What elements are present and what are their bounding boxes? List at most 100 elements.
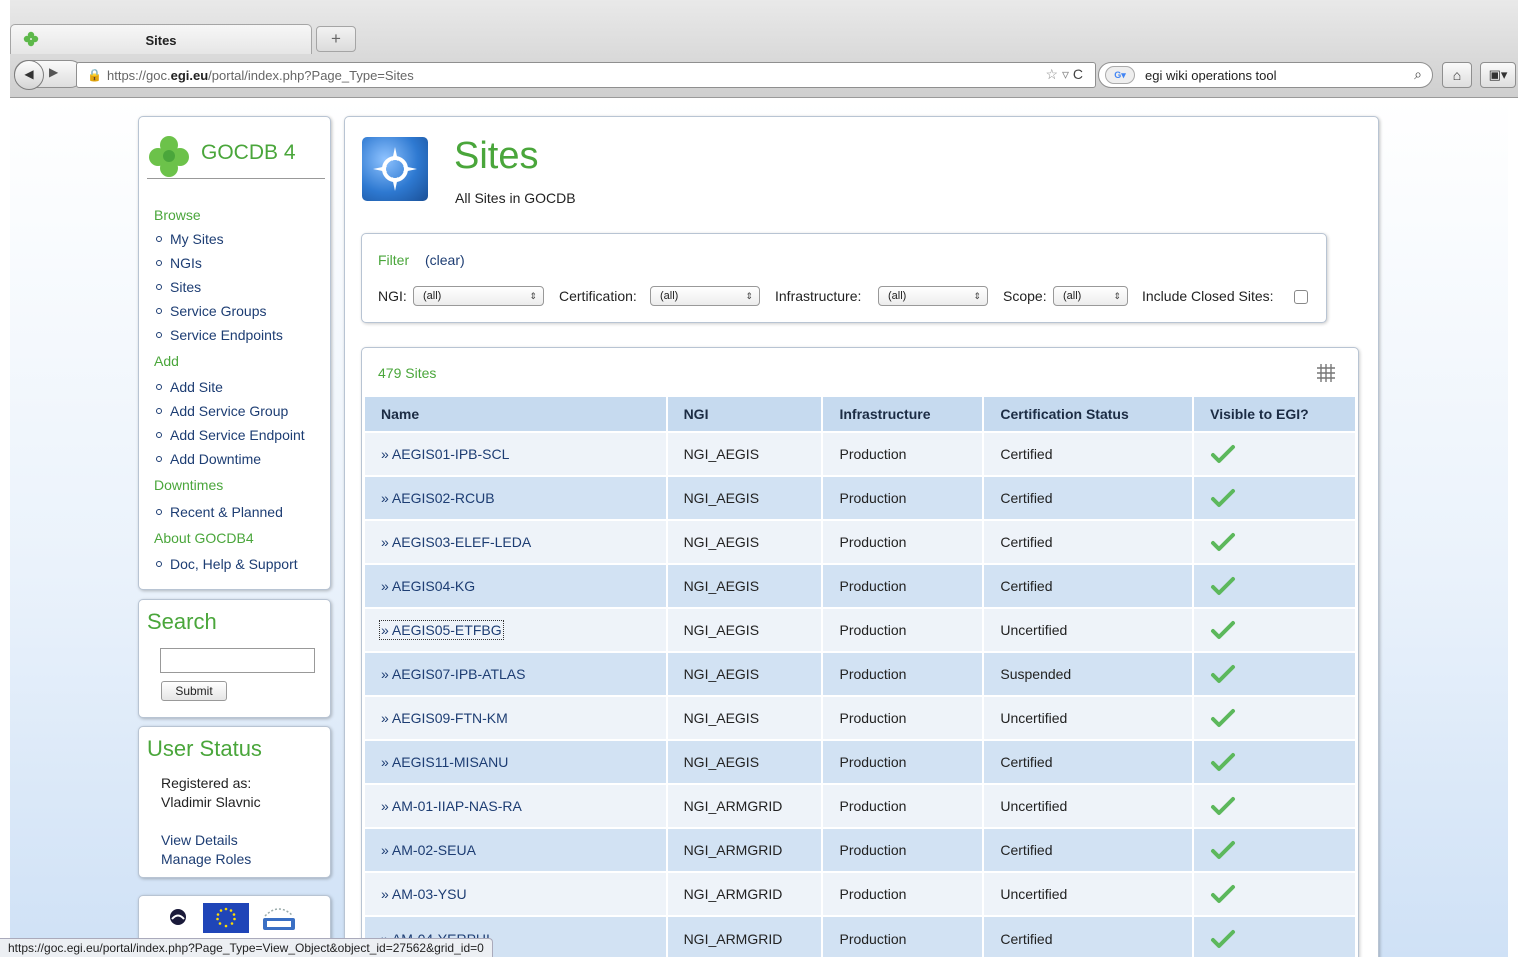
scope-filter-select[interactable]: (all) ⇕ — [1053, 286, 1128, 306]
menu-item-service-groups[interactable]: Service Groups — [156, 303, 266, 319]
status-bar-url: https://goc.egi.eu/portal/index.php?Page… — [0, 938, 493, 957]
menu-item-my-sites[interactable]: My Sites — [156, 231, 224, 247]
compass-glyph-icon — [373, 147, 417, 191]
search-engine-icon[interactable]: G▾ — [1105, 66, 1135, 84]
site-ngi: NGI_AEGIS — [683, 534, 760, 550]
site-name-link[interactable]: » AM-02-SEUA — [381, 842, 476, 858]
menu-item-sites[interactable]: Sites — [156, 279, 201, 295]
table-cell: NGI_ARMGRID — [666, 871, 824, 916]
back-button[interactable]: ◀ — [14, 60, 44, 90]
filter-panel: Filter (clear) NGI: (all) ⇕ Certification… — [361, 233, 1327, 323]
menu-item-ngis[interactable]: NGIs — [156, 255, 202, 271]
column-header-certification-status[interactable]: Certification Status — [983, 397, 1195, 432]
search-bar[interactable]: G▾ egi wiki operations tool ⌕ — [1098, 62, 1433, 88]
site-name-link[interactable]: » AEGIS02-RCUB — [381, 490, 495, 506]
table-cell: Production — [822, 563, 985, 608]
site-ngi: NGI_AEGIS — [683, 754, 760, 770]
menu-item-add-site[interactable]: Add Site — [156, 379, 223, 395]
table-cell: NGI_AEGIS — [666, 651, 824, 696]
logo-text[interactable]: GOCDB 4 — [201, 141, 296, 165]
table-cell — [1193, 739, 1357, 784]
include-closed-checkbox[interactable] — [1294, 290, 1308, 304]
bullet-icon — [156, 332, 162, 338]
new-tab-button[interactable]: + — [316, 26, 356, 52]
site-name-link[interactable]: » AEGIS01-IPB-SCL — [381, 446, 509, 462]
reload-icon[interactable]: C — [1073, 66, 1083, 82]
menu-item-doc-help-support[interactable]: Doc, Help & Support — [156, 556, 298, 572]
table-cell: Uncertified — [983, 871, 1195, 916]
table-cell: NGI_AEGIS — [666, 563, 824, 608]
tab-title: Sites — [145, 33, 177, 48]
site-name-link[interactable]: » AEGIS05-ETFBG — [379, 620, 504, 640]
table-cell: Production — [822, 431, 985, 476]
home-button[interactable]: ⌂ — [1442, 62, 1472, 88]
back-forward-group: ◀ ▶ — [14, 60, 84, 90]
page-subtitle: All Sites in GOCDB — [455, 190, 576, 206]
site-name-link[interactable]: » AEGIS07-IPB-ATLAS — [381, 666, 525, 682]
column-header-ngi[interactable]: NGI — [666, 397, 824, 432]
column-header-visible-to-egi[interactable]: Visible to EGI? — [1193, 397, 1357, 432]
filter-title: Filter — [378, 252, 410, 268]
submit-button[interactable]: Submit — [161, 681, 227, 701]
site-infrastructure: Production — [839, 710, 907, 726]
site-infrastructure: Production — [839, 666, 907, 682]
table-cell: » AEGIS11-MISANU — [365, 739, 668, 784]
menu-item-add-downtime[interactable]: Add Downtime — [156, 451, 261, 467]
browser-tab[interactable]: Sites — [10, 24, 312, 54]
table-cell: Certified — [983, 915, 1195, 957]
checkmark-icon — [1211, 621, 1236, 639]
bookmarks-menu-button[interactable]: ▣▾ — [1480, 62, 1516, 88]
navigation-bar: ◀ ▶ 🔒 https://goc.egi.eu/portal/index.ph… — [10, 56, 1518, 94]
address-bar[interactable]: 🔒 https://goc.egi.eu/portal/index.php?Pa… — [76, 62, 1096, 88]
search-input[interactable] — [160, 648, 315, 673]
select-arrows-icon: ⇕ — [529, 291, 537, 301]
table-cell — [1193, 915, 1357, 957]
table-cell: Production — [822, 695, 985, 740]
site-infrastructure: Production — [839, 754, 907, 770]
site-certification-status: Suspended — [1000, 666, 1072, 682]
filter-clear-link[interactable]: (clear) — [425, 252, 465, 268]
site-ngi: NGI_ARMGRID — [683, 798, 783, 814]
manage-roles-link[interactable]: Manage Roles — [161, 851, 251, 867]
site-certification-status: Certified — [1000, 754, 1053, 770]
infrastructure-filter-select[interactable]: (all) ⇕ — [878, 286, 988, 306]
sites-table: Name NGI Infrastructure Certification St… — [365, 397, 1357, 957]
table-row: » AEGIS09-FTN-KM NGI_AEGIS Production Uncer… — [365, 695, 1357, 740]
history-dropdown-icon[interactable]: ▿ — [1062, 66, 1069, 82]
site-name-link[interactable]: » AM-03-YSU — [381, 886, 467, 902]
site-name-link[interactable]: » AM-01-IIAP-NAS-RA — [381, 798, 522, 814]
sidebar-menu: GOCDB 4 Browse My Sites NGIs Sites Servi… — [138, 116, 331, 590]
bullet-icon — [156, 509, 162, 515]
site-infrastructure: Production — [839, 534, 907, 550]
table-cell: Suspended — [983, 651, 1195, 696]
table-cell — [1193, 431, 1357, 476]
logo-row: GOCDB 4 — [147, 129, 325, 179]
site-name-link[interactable]: » AEGIS11-MISANU — [381, 754, 508, 770]
menu-heading-about[interactable]: About GOCDB4 — [154, 530, 254, 546]
menu-item-add-service-group[interactable]: Add Service Group — [156, 403, 288, 419]
ngi-filter-select[interactable]: (all) ⇕ — [413, 286, 544, 306]
bullet-icon — [156, 284, 162, 290]
site-name-link[interactable]: » AEGIS04-KG — [381, 578, 475, 594]
magnifier-icon[interactable]: ⌕ — [1414, 66, 1422, 83]
grid-view-icon[interactable] — [1315, 362, 1337, 384]
menu-item-service-endpoints[interactable]: Service Endpoints — [156, 327, 283, 343]
certification-filter-select[interactable]: (all) ⇕ — [650, 286, 760, 306]
checkmark-icon — [1211, 665, 1236, 683]
site-ngi: NGI_AEGIS — [683, 710, 760, 726]
forward-button[interactable]: ▶ — [49, 65, 58, 79]
bullet-icon — [156, 456, 162, 462]
table-cell — [1193, 695, 1357, 740]
site-certification-status: Uncertified — [1000, 710, 1068, 726]
menu-item-recent-planned[interactable]: Recent & Planned — [156, 504, 283, 520]
table-cell: Production — [822, 475, 985, 520]
bullet-icon — [156, 260, 162, 266]
menu-item-add-service-endpoint[interactable]: Add Service Endpoint — [156, 427, 305, 443]
site-name-link[interactable]: » AEGIS03-ELEF-LEDA — [381, 534, 531, 550]
column-header-name[interactable]: Name — [365, 397, 668, 432]
site-name-link[interactable]: » AEGIS09-FTN-KM — [381, 710, 508, 726]
bookmark-star-icon[interactable]: ☆ — [1046, 66, 1059, 82]
bullet-icon — [156, 408, 162, 414]
column-header-infrastructure[interactable]: Infrastructure — [822, 397, 985, 432]
view-details-link[interactable]: View Details — [161, 832, 238, 848]
